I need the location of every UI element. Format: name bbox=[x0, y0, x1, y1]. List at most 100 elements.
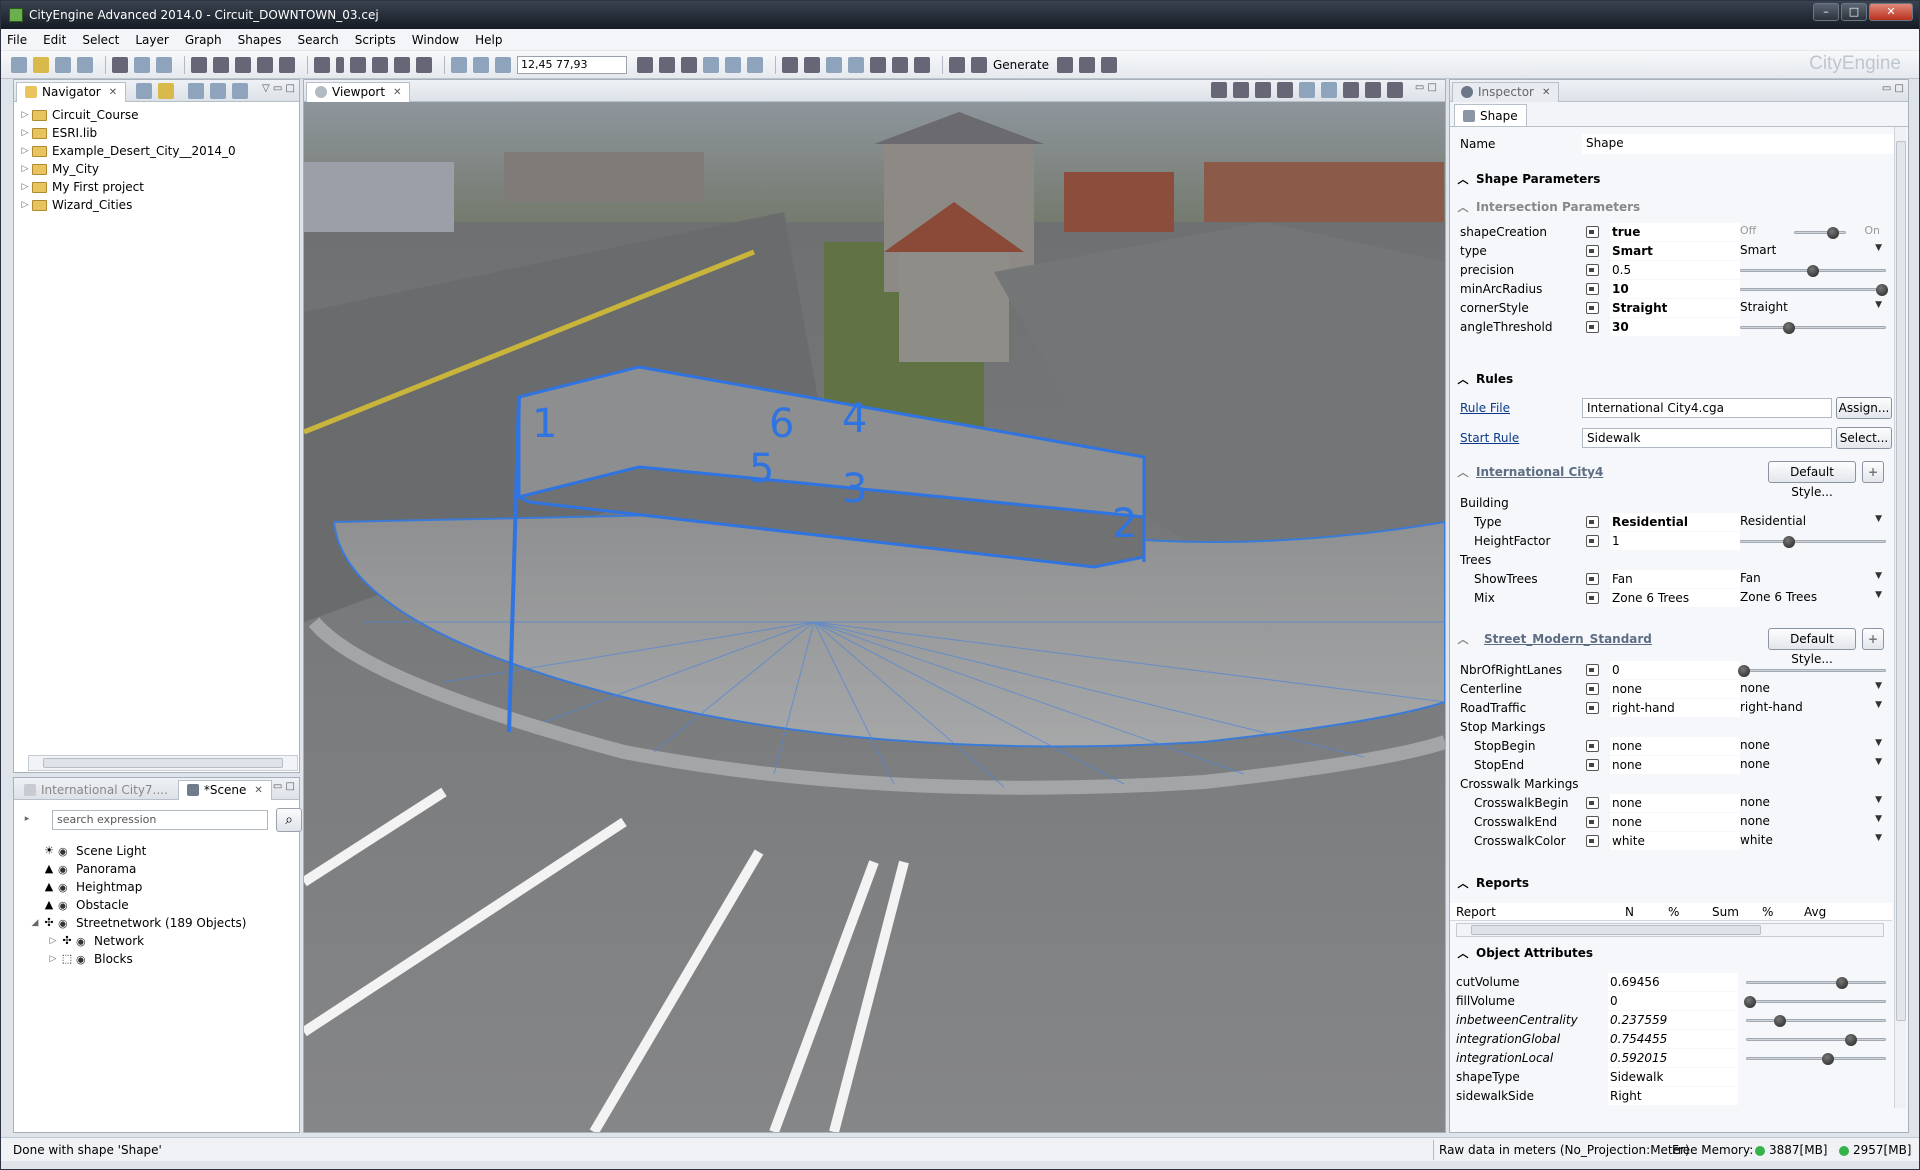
tab-inspector[interactable]: Inspector ✕ bbox=[1452, 81, 1560, 102]
search-input[interactable]: search expression bbox=[52, 810, 268, 830]
scene-item[interactable]: ◢ ✣ ◉ Streetnetwork (189 Objects) bbox=[28, 914, 295, 932]
connect-attribute-icon[interactable] bbox=[1586, 226, 1599, 238]
slider-knob[interactable] bbox=[1782, 322, 1795, 334]
expand-arrow-icon[interactable]: ▷ bbox=[46, 936, 60, 946]
open-folder-icon[interactable] bbox=[33, 56, 49, 73]
default-style-button[interactable]: Default Style... bbox=[1768, 461, 1856, 499]
video-icon[interactable] bbox=[1342, 82, 1359, 98]
param-value[interactable]: none bbox=[1610, 680, 1740, 698]
param-value[interactable]: Straight bbox=[1610, 299, 1740, 317]
snap-icon[interactable] bbox=[473, 56, 489, 73]
slider-knob[interactable] bbox=[1807, 265, 1819, 277]
navigator-item[interactable]: ▷ Wizard_Cities bbox=[18, 196, 295, 214]
save-icon[interactable] bbox=[55, 56, 71, 73]
grid-icon[interactable] bbox=[495, 56, 511, 73]
dropdown[interactable]: none ▼ bbox=[1740, 756, 1886, 774]
expand-arrow-icon[interactable]: ▸ bbox=[20, 814, 34, 824]
collapse-chevron-icon[interactable]: ︿ bbox=[1450, 171, 1476, 187]
tab-scene[interactable]: *Scene ✕ bbox=[177, 779, 272, 800]
report-column-header[interactable]: % bbox=[1762, 905, 1773, 919]
menu-search[interactable]: Search bbox=[297, 33, 338, 47]
slider-knob[interactable] bbox=[1822, 1053, 1835, 1065]
connect-attribute-icon[interactable] bbox=[1586, 759, 1599, 771]
connect-attribute-icon[interactable] bbox=[1586, 816, 1599, 828]
eye-icon[interactable]: ◉ bbox=[58, 899, 72, 912]
start-rule-field[interactable]: Sidewalk bbox=[1582, 428, 1832, 448]
collapse-chevron-icon[interactable]: ︿ bbox=[1450, 631, 1476, 647]
collapse-chevron-icon[interactable]: ︿ bbox=[1450, 464, 1476, 480]
regenerate-icon[interactable] bbox=[1079, 56, 1096, 73]
lock-icon[interactable] bbox=[451, 56, 467, 73]
default-style-button[interactable]: Default Style... bbox=[1768, 628, 1856, 666]
shape-icon[interactable] bbox=[782, 56, 798, 73]
frame-icon[interactable] bbox=[257, 56, 273, 73]
street-edit-icon[interactable] bbox=[681, 56, 697, 73]
param-value[interactable]: right-hand bbox=[1610, 699, 1740, 717]
expand-arrow-icon[interactable]: ▷ bbox=[18, 200, 32, 210]
scrollbar-thumb[interactable] bbox=[1896, 141, 1906, 1021]
shape-cleanup-icon[interactable] bbox=[892, 56, 908, 73]
cut-icon[interactable] bbox=[112, 56, 128, 73]
scale-icon[interactable] bbox=[235, 56, 251, 73]
param-value[interactable]: none bbox=[1610, 794, 1740, 812]
panel-controls[interactable]: ▭ □ bbox=[1882, 83, 1904, 94]
slider-knob[interactable] bbox=[1782, 536, 1795, 548]
new-file-icon[interactable] bbox=[11, 56, 27, 73]
expand-arrow-icon[interactable]: ▷ bbox=[18, 110, 32, 120]
param-value[interactable]: 0.5 bbox=[1610, 261, 1740, 279]
menu-shapes[interactable]: Shapes bbox=[238, 33, 282, 47]
menu-file[interactable]: File bbox=[7, 33, 27, 47]
menu-scripts[interactable]: Scripts bbox=[355, 33, 396, 47]
connect-attribute-icon[interactable] bbox=[1586, 683, 1599, 695]
param-value[interactable]: true bbox=[1610, 223, 1740, 241]
dropdown[interactable]: white ▼ bbox=[1740, 832, 1886, 850]
menu-window[interactable]: Window bbox=[412, 33, 459, 47]
coordinate-field[interactable]: 12,45 77,93 bbox=[517, 55, 627, 74]
close-icon[interactable]: ✕ bbox=[393, 87, 401, 98]
street-grow-icon[interactable] bbox=[659, 56, 675, 73]
toggle-knob[interactable] bbox=[1826, 227, 1839, 239]
param-value[interactable]: none bbox=[1610, 737, 1740, 755]
attribute-value[interactable]: Right bbox=[1608, 1087, 1738, 1105]
param-value[interactable]: 10 bbox=[1610, 280, 1740, 298]
connect-attribute-icon[interactable] bbox=[1586, 264, 1599, 276]
texture-icon[interactable] bbox=[870, 56, 886, 73]
minimize-icon[interactable]: – bbox=[1813, 3, 1839, 21]
generate-icon[interactable] bbox=[971, 56, 987, 73]
eye-icon[interactable]: ◉ bbox=[76, 953, 90, 966]
zoom-icon[interactable] bbox=[279, 56, 295, 73]
collapse-chevron-icon[interactable]: ︿ bbox=[1450, 945, 1476, 961]
report-column-header[interactable]: N bbox=[1625, 905, 1634, 919]
dolly-icon[interactable] bbox=[394, 56, 410, 73]
shaded-icon[interactable] bbox=[1232, 82, 1249, 98]
param-value[interactable]: none bbox=[1610, 756, 1740, 774]
attribute-value[interactable]: 0.754455 bbox=[1608, 1030, 1738, 1048]
name-field[interactable]: Shape bbox=[1582, 134, 1894, 154]
update-icon[interactable] bbox=[1057, 56, 1074, 73]
param-value[interactable]: 0 bbox=[1610, 661, 1740, 679]
horizontal-scrollbar[interactable] bbox=[28, 755, 298, 771]
camera-icon[interactable] bbox=[1298, 82, 1315, 98]
view-menu-icon[interactable] bbox=[188, 82, 205, 99]
navigator-item[interactable]: ▷ My First project bbox=[18, 178, 295, 196]
reports-scrollbar[interactable] bbox=[1456, 923, 1884, 937]
assign-button[interactable]: Assign... bbox=[1836, 397, 1892, 419]
scrollbar-thumb[interactable] bbox=[1471, 925, 1761, 935]
param-value[interactable]: white bbox=[1610, 832, 1740, 850]
select-tool-icon[interactable] bbox=[314, 56, 330, 73]
slider[interactable] bbox=[1740, 318, 1886, 336]
3d-viewport-canvas[interactable]: 1 2 3 4 5 6 bbox=[304, 102, 1445, 1132]
dropdown[interactable]: Fan ▼ bbox=[1740, 570, 1886, 588]
slider-knob[interactable] bbox=[1737, 665, 1750, 677]
report-column-header[interactable]: Report bbox=[1456, 905, 1496, 919]
eye-icon[interactable]: ◉ bbox=[58, 917, 72, 930]
attribute-value[interactable]: 0.592015 bbox=[1608, 1049, 1738, 1067]
dropdown[interactable]: Residential ▼ bbox=[1740, 513, 1886, 531]
dropdown[interactable]: none ▼ bbox=[1740, 680, 1886, 698]
rotate-icon[interactable] bbox=[213, 56, 229, 73]
collapse-chevron-icon[interactable]: ︿ bbox=[1450, 199, 1476, 215]
param-value[interactable]: Fan bbox=[1610, 570, 1740, 588]
navigator-item[interactable]: ▷ Circuit_Course bbox=[18, 106, 295, 124]
clean-generated-icon[interactable] bbox=[1101, 56, 1118, 73]
param-value[interactable]: 1 bbox=[1610, 532, 1740, 550]
